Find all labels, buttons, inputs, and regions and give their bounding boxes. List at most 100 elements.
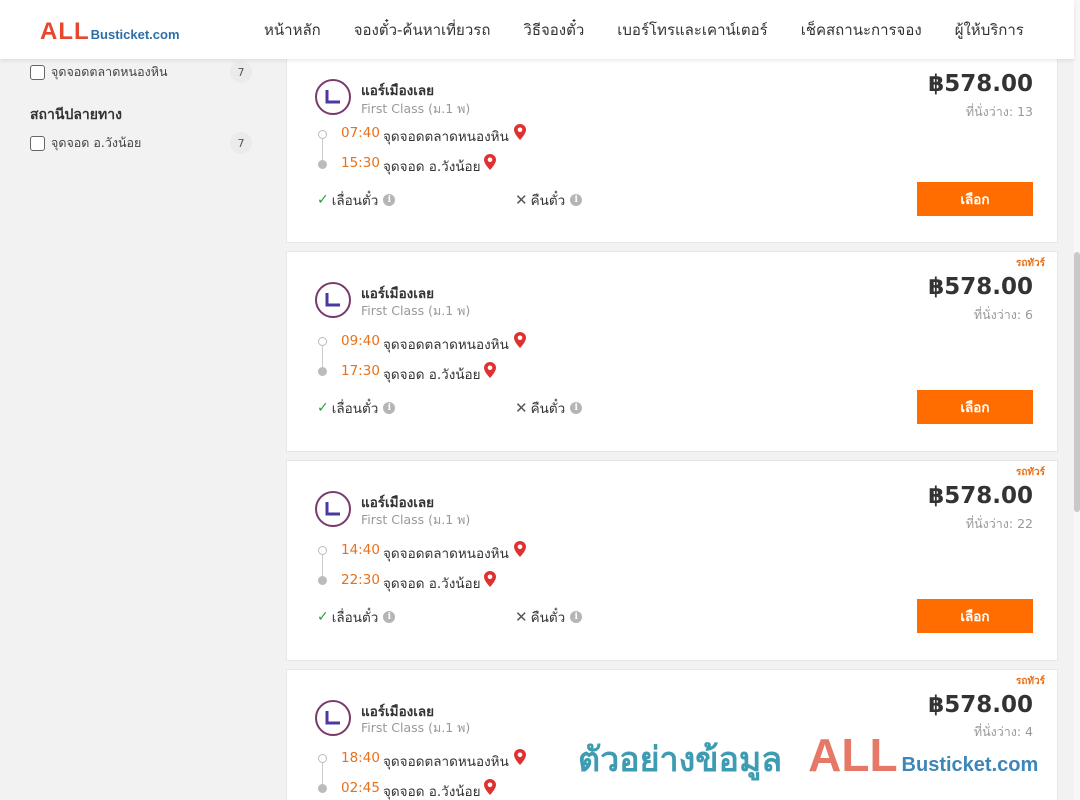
nav-operators[interactable]: ผู้ให้บริการ (955, 18, 1024, 42)
reschedule-feature: ✓ เลื่อนตั๋ว i (317, 606, 396, 628)
map-pin-icon[interactable] (514, 332, 526, 348)
info-icon[interactable]: i (383, 611, 396, 623)
reschedule-label: เลื่อนตั๋ว (331, 193, 379, 209)
timeline-end-dot (318, 160, 327, 169)
nav-how-to-book[interactable]: วิธีจองตั๋ว (523, 18, 584, 42)
arrive-time: 15:30 (341, 155, 380, 171)
seats-available: ที่นั่งว่าง: 6 (973, 307, 1033, 322)
refund-feature: ✕ คืนตั๋ว i (515, 397, 583, 419)
cross-icon: ✕ (515, 191, 528, 209)
trip-card: แอร์เมืองเลย First Class (ม.1 พ) ฿578.00… (286, 58, 1058, 243)
site-header: ALLBusticket.com หน้าหลัก จองตั๋ว-ค้นหาเ… (0, 0, 1074, 59)
select-trip-button[interactable]: เลือก (917, 182, 1033, 216)
timeline-end-dot (318, 576, 327, 585)
trip-price: ฿578.00 (928, 692, 1033, 718)
depart-time: 07:40 (341, 125, 380, 141)
info-icon[interactable]: i (383, 194, 396, 206)
reschedule-label: เลื่อนตั๋ว (331, 401, 379, 417)
nav-check-booking[interactable]: เช็คสถานะการจอง (801, 18, 922, 42)
depart-time: 09:40 (341, 333, 380, 349)
timeline-start-dot (318, 546, 327, 555)
refund-feature: ✕ คืนตั๋ว i (515, 189, 583, 211)
destination-filter-option[interactable]: จุดจอด อ.วังน้อย 7 (30, 131, 256, 155)
select-trip-button[interactable]: เลือก (917, 599, 1033, 633)
seats-available: ที่นั่งว่าง: 22 (965, 516, 1033, 531)
info-icon[interactable]: i (570, 402, 583, 414)
refund-label: คืนตั๋ว (530, 610, 566, 626)
timeline-end-dot (318, 784, 327, 793)
bus-class: First Class (ม.1 พ) (361, 303, 471, 318)
arrive-stop: จุดจอด อ.วังน้อย (383, 159, 481, 175)
depart-stop: จุดจอดตลาดหนองหิน (383, 754, 509, 770)
arrive-time: 02:45 (341, 780, 380, 796)
refund-feature: ✕ คืนตั๋ว i (515, 606, 583, 628)
cross-icon: ✕ (515, 399, 528, 417)
logo-all: ALL (40, 18, 90, 45)
checkbox-icon[interactable] (30, 135, 45, 151)
logo-busticket: Busticket.com (90, 27, 180, 42)
arrive-stop: จุดจอด อ.วังน้อย (383, 784, 481, 800)
depart-time: 14:40 (341, 542, 380, 558)
refund-label: คืนตั๋ว (530, 193, 566, 209)
depart-stop: จุดจอดตลาดหนองหิน (383, 337, 509, 353)
arrive-stop: จุดจอด อ.วังน้อย (383, 367, 481, 383)
timeline-line (322, 139, 323, 160)
trip-price: ฿578.00 (928, 483, 1033, 509)
check-icon: ✓ (317, 400, 329, 416)
timeline-start-dot (318, 337, 327, 346)
check-icon: ✓ (317, 192, 329, 208)
nav-phone-counter[interactable]: เบอร์โทรและเคาน์เตอร์ (617, 18, 767, 42)
trip-price: ฿578.00 (928, 71, 1033, 97)
map-pin-icon[interactable] (484, 362, 496, 378)
map-pin-icon[interactable] (484, 571, 496, 587)
reschedule-feature: ✓ เลื่อนตั๋ว i (317, 397, 396, 419)
select-trip-button[interactable]: เลือก (917, 390, 1033, 424)
watermark-brand-rest: Busticket.com (901, 754, 1039, 776)
origin-filter-option[interactable]: จุดจอดตลาดหนองหิน 7 (30, 60, 256, 84)
operator-name: แอร์เมืองเลย (361, 83, 435, 99)
scrollbar-thumb[interactable] (1074, 252, 1080, 512)
reschedule-feature: ✓ เลื่อนตั๋ว i (317, 189, 396, 211)
reschedule-label: เลื่อนตั๋ว (331, 610, 379, 626)
cross-icon: ✕ (515, 608, 528, 626)
timeline-start-dot (318, 130, 327, 139)
destination-section-title: สถานีปลายทาง (30, 107, 122, 123)
bus-class: First Class (ม.1 พ) (361, 720, 471, 735)
checkbox-icon[interactable] (30, 64, 45, 80)
depart-time: 18:40 (341, 750, 380, 766)
nav-book-search[interactable]: จองตั๋ว-ค้นหาเที่ยวรถ (354, 18, 491, 42)
arrive-stop: จุดจอด อ.วังน้อย (383, 576, 481, 592)
origin-filter-count: 7 (230, 61, 252, 83)
map-pin-icon[interactable] (484, 154, 496, 170)
trip-card: รถทัวร์ แอร์เมืองเลย First Class (ม.1 พ)… (286, 460, 1058, 661)
main-nav: หน้าหลัก จองตั๋ว-ค้นหาเที่ยวรถ วิธีจองตั… (264, 18, 1024, 42)
info-icon[interactable]: i (570, 611, 583, 623)
check-icon: ✓ (317, 609, 329, 625)
bus-type-badge: รถทัวร์ (1015, 258, 1045, 269)
arrive-time: 17:30 (341, 363, 380, 379)
refund-label: คืนตั๋ว (530, 401, 566, 417)
arrive-time: 22:30 (341, 572, 380, 588)
info-icon[interactable]: i (383, 402, 396, 414)
operator-logo (315, 282, 351, 318)
operator-logo (315, 491, 351, 527)
timeline-line (322, 346, 323, 367)
site-logo[interactable]: ALLBusticket.com (40, 18, 180, 46)
depart-stop: จุดจอดตลาดหนองหิน (383, 546, 509, 562)
map-pin-icon[interactable] (484, 779, 496, 795)
operator-logo (315, 700, 351, 736)
map-pin-icon[interactable] (514, 541, 526, 557)
timeline-end-dot (318, 367, 327, 376)
trip-card: รถทัวร์ แอร์เมืองเลย First Class (ม.1 พ)… (286, 251, 1058, 452)
map-pin-icon[interactable] (514, 749, 526, 765)
map-pin-icon[interactable] (514, 124, 526, 140)
bus-type-badge: รถทัวร์ (1015, 676, 1045, 687)
info-icon[interactable]: i (570, 194, 583, 206)
destination-filter-count: 7 (230, 132, 252, 154)
trip-price: ฿578.00 (928, 274, 1033, 300)
origin-filter-label: จุดจอดตลาดหนองหิน (51, 64, 168, 79)
seats-available: ที่นั่งว่าง: 13 (965, 104, 1033, 119)
bus-type-badge: รถทัวร์ (1015, 467, 1045, 478)
nav-home[interactable]: หน้าหลัก (264, 18, 321, 42)
bus-class: First Class (ม.1 พ) (361, 101, 471, 116)
